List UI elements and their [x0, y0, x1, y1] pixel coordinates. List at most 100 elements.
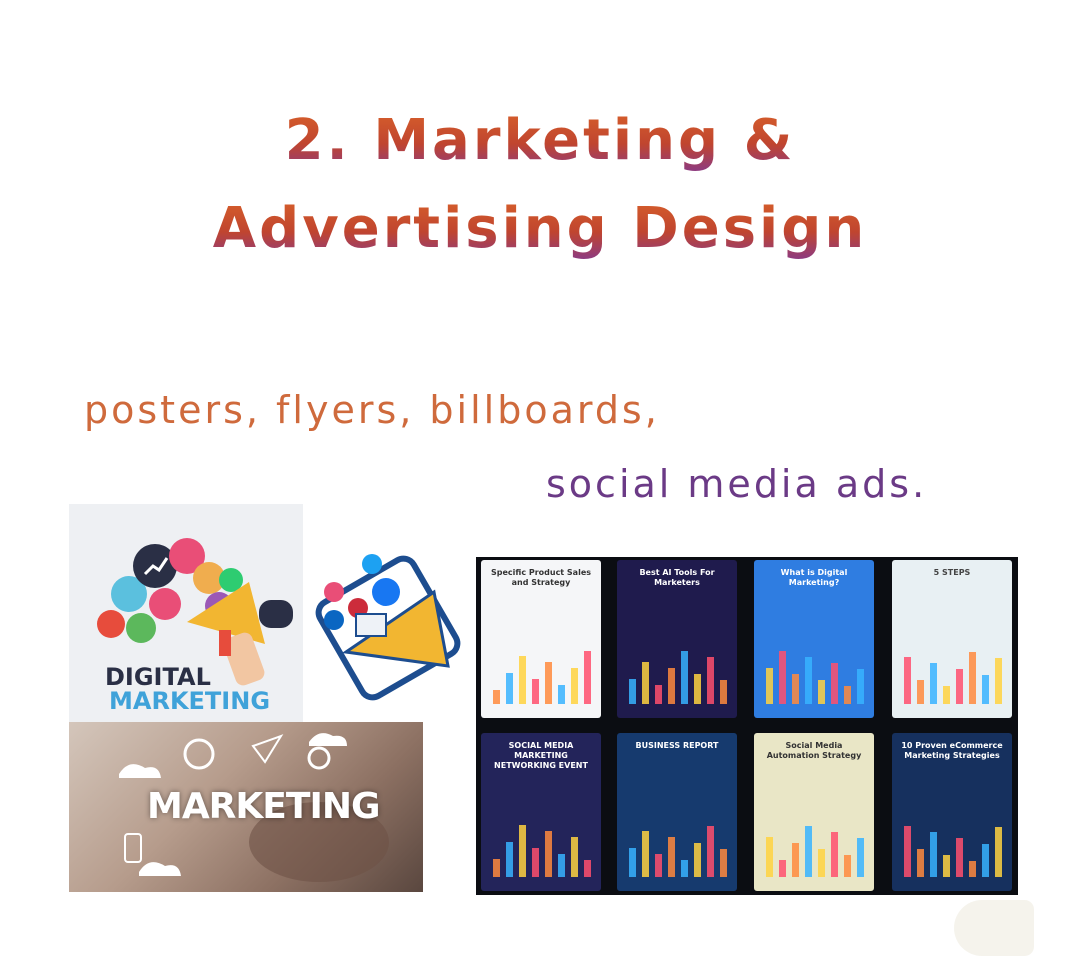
decorative-bar — [681, 651, 688, 704]
decorative-bar — [956, 838, 963, 877]
decorative-bar — [655, 685, 662, 704]
decorative-bar — [779, 860, 786, 877]
infographic-card: Best AI Tools For Marketers — [617, 560, 737, 718]
decorative-bar — [707, 826, 714, 877]
decorative-bar — [956, 669, 963, 704]
infographic-title: SOCIAL MEDIA MARKETING NETWORKING EVENT — [494, 741, 588, 770]
decorative-bar — [766, 837, 773, 877]
watermark-shape — [954, 900, 1034, 956]
decorative-bar — [904, 826, 911, 877]
decorative-bar — [506, 842, 513, 877]
decorative-bar — [805, 657, 812, 704]
decorative-bar — [584, 860, 591, 877]
decorative-bar — [995, 658, 1002, 704]
subtitle-line-1: posters, flyers, billboards, — [84, 388, 660, 432]
infographic-card: Specific Product Sales and Strategy — [481, 560, 601, 718]
decorative-bar — [681, 860, 688, 877]
decorative-bar — [917, 849, 924, 877]
decorative-bar — [982, 675, 989, 704]
decorative-bar — [831, 663, 838, 704]
marketing-text: MARKETING — [109, 687, 271, 715]
decorative-bar — [995, 827, 1002, 877]
decorative-bar — [506, 673, 513, 704]
decorative-bar — [818, 680, 825, 704]
infographic-card: 5 STEPS — [892, 560, 1012, 718]
infographic-card: BUSINESS REPORT — [617, 733, 737, 891]
decorative-bar — [982, 844, 989, 877]
infographic-card: What is Digital Marketing? — [754, 560, 874, 718]
paper-plane-icon — [251, 734, 284, 764]
decorative-bar — [629, 679, 636, 704]
decorative-bar — [818, 849, 825, 877]
decorative-bar — [519, 825, 526, 877]
cloud-icon — [309, 733, 347, 746]
subtitle-line-2: social media ads. — [546, 462, 928, 506]
gear-icon — [307, 746, 331, 770]
decorative-bar — [720, 849, 727, 877]
infographic-title: What is Digital Marketing? — [780, 568, 848, 587]
facebook-icon — [372, 578, 400, 606]
decorative-bar — [844, 686, 851, 704]
decorative-bar — [642, 662, 649, 704]
instagram-icon — [324, 582, 344, 602]
decorative-bar — [668, 668, 675, 704]
decorative-bar — [545, 662, 552, 704]
decorative-bar — [558, 685, 565, 704]
marketing-photo: MARKETING — [69, 722, 423, 892]
decorative-bar — [969, 652, 976, 704]
infographic-title: 10 Proven eCommerce Marketing Strategies — [901, 741, 1003, 760]
decorative-bar — [532, 848, 539, 877]
decorative-bar — [766, 668, 773, 704]
decorative-bar — [857, 838, 864, 877]
infographic-title: Specific Product Sales and Strategy — [490, 568, 592, 587]
decorative-bar — [493, 690, 500, 704]
decorative-bar — [844, 855, 851, 877]
cloud-icon — [119, 764, 161, 778]
decorative-bar — [694, 843, 701, 877]
phone-icon — [124, 833, 142, 863]
decorative-bar — [707, 657, 714, 704]
decorative-bar — [571, 668, 578, 704]
mail-icon — [355, 613, 387, 637]
page-title-line-2: Advertising Design — [0, 196, 1080, 261]
decorative-bar — [642, 831, 649, 877]
infographic-card: 10 Proven eCommerce Marketing Strategies — [892, 733, 1012, 891]
infographic-title: Best AI Tools For Marketers — [639, 568, 715, 587]
decorative-bar — [943, 686, 950, 704]
decorative-bar — [571, 837, 578, 877]
decorative-bar — [720, 680, 727, 704]
decorative-bar — [694, 674, 701, 704]
decorative-bar — [930, 663, 937, 704]
decorative-bar — [519, 656, 526, 704]
gear-icon — [183, 738, 215, 770]
twitter-icon — [362, 554, 382, 574]
decorative-bar — [857, 669, 864, 704]
infographic-card: Social Media Automation Strategy — [754, 733, 874, 891]
decorative-bar — [558, 854, 565, 877]
decorative-bar — [584, 651, 591, 704]
infographic-card: SOCIAL MEDIA MARKETING NETWORKING EVENT — [481, 733, 601, 891]
page-title-line-1: 2. Marketing & — [0, 108, 1080, 173]
infographics-grid: Specific Product Sales and Strategy Best … — [476, 557, 1018, 895]
infographic-title: 5 STEPS — [933, 568, 971, 577]
decorative-bar — [943, 855, 950, 877]
decorative-bar — [904, 657, 911, 704]
decorative-bar — [917, 680, 924, 704]
decorative-bar — [779, 651, 786, 704]
decorative-bar — [493, 859, 500, 877]
decorative-bar — [629, 848, 636, 877]
infographic-title: BUSINESS REPORT — [635, 741, 719, 750]
linkedin-icon — [324, 610, 344, 630]
decorative-bar — [668, 837, 675, 877]
decorative-bar — [792, 843, 799, 877]
decorative-bar — [969, 861, 976, 877]
decorative-bar — [831, 832, 838, 877]
decorative-bar — [792, 674, 799, 704]
decorative-bar — [805, 826, 812, 877]
marketing-word: MARKETING — [147, 786, 381, 827]
cloud-icon — [139, 862, 181, 876]
social-media-megaphone-illustration — [306, 548, 472, 710]
decorative-bar — [532, 679, 539, 704]
decorative-bar — [655, 854, 662, 877]
decorative-bar — [930, 832, 937, 877]
